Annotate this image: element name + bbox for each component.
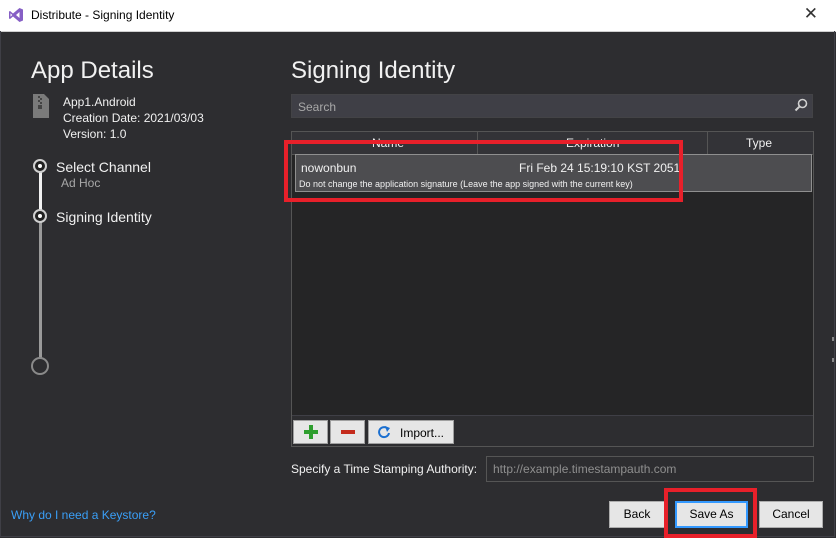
row-note: Do not change the application signature … [299, 179, 633, 189]
step-remaining-line [39, 222, 42, 358]
signing-identity-heading: Signing Identity [291, 57, 456, 84]
step-sub-select-channel: Ad Hoc [61, 176, 101, 190]
visual-studio-icon [9, 8, 23, 22]
minus-icon [341, 430, 355, 434]
remove-button[interactable] [330, 420, 365, 444]
import-label: Import... [400, 426, 445, 440]
column-header-type[interactable]: Type [746, 136, 772, 150]
app-details-heading: App Details [31, 57, 154, 84]
tsa-label: Specify a Time Stamping Authority: [291, 462, 478, 476]
import-button[interactable]: Import... [368, 420, 454, 444]
table-toolbar: Import... [292, 415, 813, 446]
search-input[interactable] [296, 97, 790, 117]
signing-identity-table: Name Expiration Type nowonbun Fri Feb 24… [291, 131, 814, 447]
keystore-help-link[interactable]: Why do I need a Keystore? [11, 508, 156, 522]
save-as-button[interactable]: Save As [675, 501, 748, 528]
resize-grip [832, 358, 834, 362]
app-creation-date: Creation Date: 2021/03/03 [63, 111, 204, 125]
zip-file-icon [33, 94, 49, 118]
column-divider[interactable] [707, 132, 708, 154]
column-divider[interactable] [477, 132, 478, 154]
search-icon[interactable] [794, 98, 808, 112]
column-header-name[interactable]: Name [372, 136, 404, 150]
step-label-select-channel: Select Channel [56, 159, 151, 175]
step-dot-signing-identity [33, 209, 47, 223]
tsa-url-input[interactable] [486, 456, 814, 482]
step-label-signing-identity: Signing Identity [56, 209, 152, 225]
column-header-expiration[interactable]: Expiration [566, 136, 619, 150]
row-expiration: Fri Feb 24 15:19:10 KST 2051 [519, 161, 681, 175]
row-alias: nowonbun [301, 161, 357, 175]
step-dot-final [31, 357, 49, 375]
add-button[interactable] [293, 420, 328, 444]
back-button[interactable]: Back [609, 501, 665, 528]
title-bar: Distribute - Signing Identity ✕ [0, 0, 836, 32]
table-row[interactable]: nowonbun Fri Feb 24 15:19:10 KST 2051 Do… [295, 154, 812, 192]
window-title: Distribute - Signing Identity [31, 8, 175, 22]
plus-icon [304, 425, 318, 439]
close-icon[interactable]: ✕ [804, 4, 818, 24]
app-version: Version: 1.0 [63, 127, 127, 141]
app-name: App1.Android [63, 95, 136, 109]
cancel-button[interactable]: Cancel [759, 501, 823, 528]
step-progress-line [39, 172, 42, 212]
refresh-icon [378, 426, 390, 439]
step-dot-select-channel [33, 159, 47, 173]
table-header: Name Expiration Type [292, 132, 813, 155]
resize-grip [832, 337, 834, 341]
search-box[interactable] [291, 94, 813, 118]
